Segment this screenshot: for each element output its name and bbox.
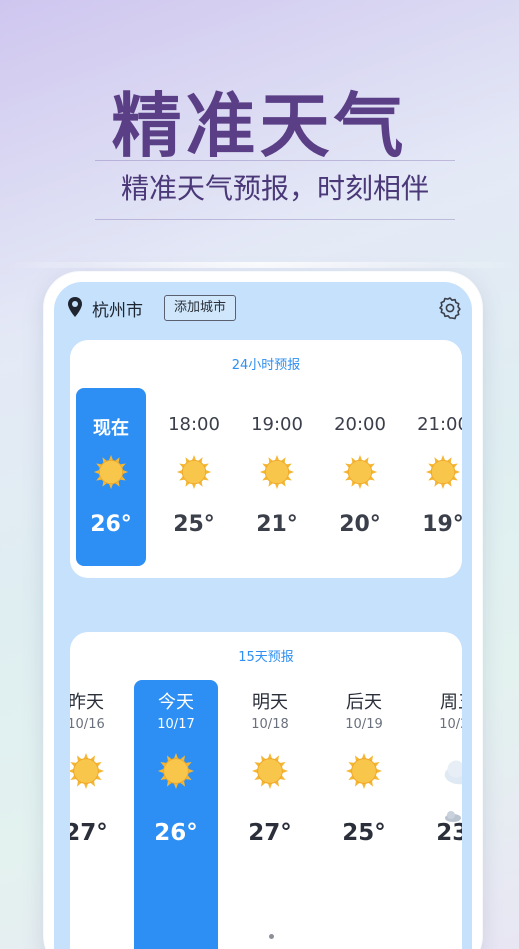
- daily-forecast-list[interactable]: 昨天 10/16 27° 今天 10/17 26° 明天 10/18 27° 后…: [70, 680, 462, 949]
- daily-forecast-title: 15天预报: [238, 650, 294, 665]
- day-date: 10/17: [157, 717, 195, 732]
- hour-item[interactable]: 18:00 25°: [159, 388, 229, 566]
- sun-icon: [176, 454, 212, 490]
- day-date: 10/16: [70, 717, 105, 732]
- sun-icon: [345, 752, 383, 790]
- day-item[interactable]: 后天 10/19 25°: [322, 680, 406, 949]
- hourly-forecast-card: 24小时预报 现在 26° 18:00 25° 19:00 21° 20:00 …: [70, 340, 462, 578]
- hour-item[interactable]: 19:00 21°: [242, 388, 312, 566]
- day-date: 10/20: [439, 717, 462, 732]
- sun-icon: [425, 454, 461, 490]
- sun-icon: [259, 454, 295, 490]
- sun-icon: [70, 752, 105, 790]
- day-name: 周五: [440, 692, 462, 713]
- cloud-icon: [444, 760, 462, 785]
- phone-frame: 杭州市 添加城市 24小时预报 现在 26° 18:00 25° 19:00 2…: [44, 272, 482, 949]
- promo-subtitle: 精准天气预报，时刻相伴: [95, 160, 455, 220]
- hour-item[interactable]: 21:00 19°: [408, 388, 462, 566]
- sun-icon: [93, 454, 129, 490]
- sun-icon: [251, 752, 289, 790]
- hour-temp: 19°: [422, 512, 462, 537]
- hour-time: 21:00: [417, 414, 462, 435]
- day-temp: 27°: [70, 820, 108, 846]
- hourly-forecast-title: 24小时预报: [231, 358, 301, 373]
- hourly-forecast-list[interactable]: 现在 26° 18:00 25° 19:00 21° 20:00 20° 21:…: [76, 388, 462, 568]
- location-pin-icon: [68, 297, 82, 317]
- hour-temp: 20°: [339, 512, 381, 537]
- city-name[interactable]: 杭州市: [92, 296, 143, 321]
- day-item-today[interactable]: 今天 10/17 26°: [134, 680, 218, 949]
- hour-time: 18:00: [168, 414, 220, 435]
- hour-time: 19:00: [251, 414, 303, 435]
- decorative-glow-line: [0, 262, 519, 268]
- day-temp: 25°: [342, 820, 386, 846]
- day-item[interactable]: 昨天 10/16 27°: [70, 680, 128, 949]
- add-city-button[interactable]: 添加城市: [164, 295, 237, 321]
- hour-item-now[interactable]: 现在 26°: [76, 388, 146, 566]
- promo-title: 精准天气: [111, 85, 408, 167]
- sun-icon: [157, 752, 195, 790]
- hour-time: 现在: [93, 418, 129, 439]
- hour-temp: 26°: [90, 512, 132, 537]
- day-date: 10/18: [251, 717, 289, 732]
- hour-item[interactable]: 20:00 20°: [325, 388, 395, 566]
- day-temp: 27°: [248, 820, 292, 846]
- top-bar: 杭州市 添加城市: [64, 292, 462, 322]
- day-temp: 26°: [154, 820, 198, 846]
- day-name: 今天: [158, 692, 194, 713]
- hour-temp: 25°: [173, 512, 215, 537]
- day-name: 明天: [252, 692, 288, 713]
- promo-banner: 精准天气 精准天气预报，时刻相伴: [0, 0, 519, 230]
- gear-icon[interactable]: [438, 296, 462, 320]
- day-item[interactable]: 明天 10/18 27°: [228, 680, 312, 949]
- day-temp: 23°: [436, 820, 462, 846]
- daily-forecast-card: 15天预报 昨天 10/16 27° 今天 10/17 26° 明天 10/18: [70, 632, 462, 949]
- page-indicator-dot: [269, 934, 274, 939]
- day-name: 后天: [346, 692, 382, 713]
- hour-time: 20:00: [334, 414, 386, 435]
- day-name: 昨天: [70, 692, 104, 713]
- hour-temp: 21°: [256, 512, 298, 537]
- sun-icon: [342, 454, 378, 490]
- day-date: 10/19: [345, 717, 383, 732]
- cloud-icon: [445, 811, 461, 822]
- weather-screen: 杭州市 添加城市 24小时预报 现在 26° 18:00 25° 19:00 2…: [54, 282, 472, 949]
